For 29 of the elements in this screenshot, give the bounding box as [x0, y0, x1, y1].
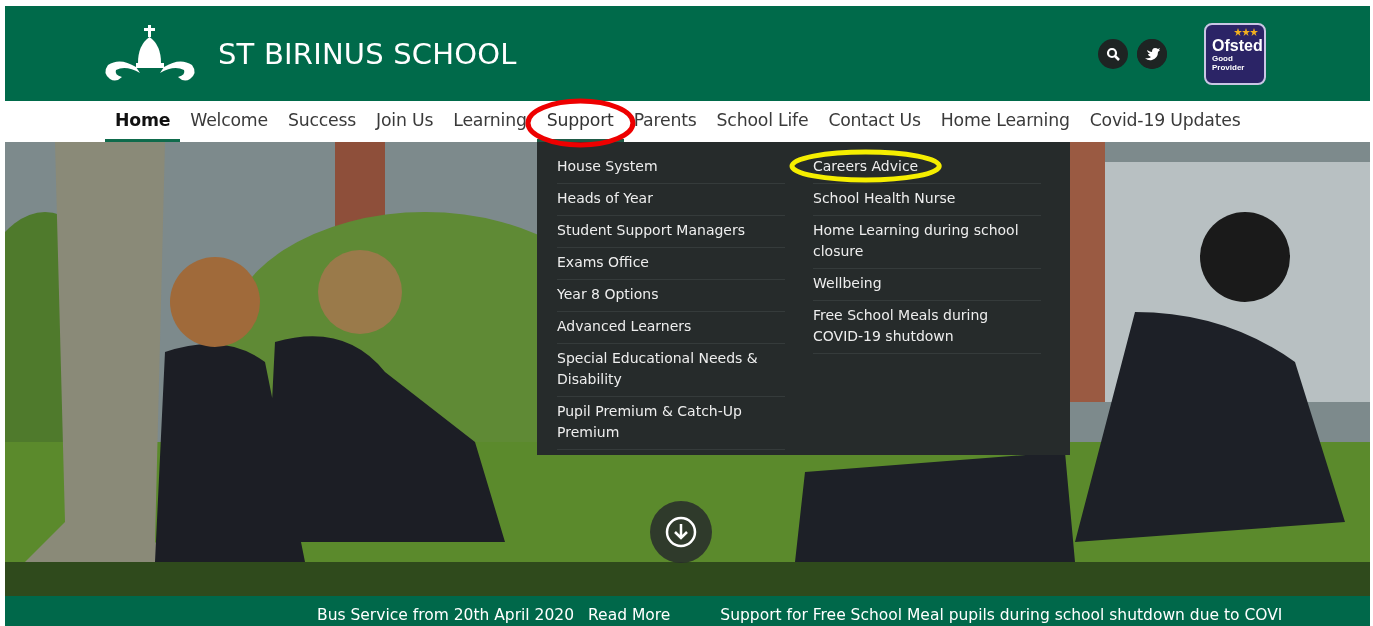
menu-link[interactable]: Pupil Premium & Catch-Up Premium [557, 397, 785, 450]
menu-link[interactable]: Advanced Learners [557, 312, 785, 344]
menu-link[interactable]: Free School Meals during COVID-19 shutdown [813, 301, 1041, 354]
menu-link[interactable]: School Health Nurse [813, 184, 1041, 216]
menu-link[interactable]: Heads of Year [557, 184, 785, 216]
menu-link[interactable]: Careers Advice [813, 152, 1041, 184]
nav-link[interactable]: Learning [443, 101, 537, 142]
read-more-link[interactable]: Read More [588, 605, 671, 625]
menu-link[interactable]: Year 8 Options [557, 280, 785, 312]
menu-link[interactable]: Exams Office [557, 248, 785, 280]
menu-link[interactable]: Special Educational Needs & Disability [557, 344, 785, 397]
nav-link[interactable]: Join Us [366, 101, 444, 142]
school-name: ST BIRINUS SCHOOL [218, 36, 517, 71]
nav-link[interactable]: Welcome [180, 101, 278, 142]
ofsted-badge: Ofsted Good Provider [1204, 22, 1266, 85]
menu-link[interactable]: Home Learning during school closure [813, 216, 1041, 269]
nav-link[interactable]: Contact Us [818, 101, 931, 142]
news-headline: Support for Free School Meal pupils during school shutdown due to COVI [720, 605, 1283, 625]
menu-link[interactable]: Student Support Managers [557, 216, 785, 248]
nav-link[interactable]: Parents [623, 101, 707, 142]
nav-link[interactable]: Success [277, 101, 367, 142]
menu-link[interactable]: Wellbeing [813, 269, 1041, 301]
news-headline: Bus Service from 20th April 2020 [317, 605, 575, 625]
bird-icon[interactable] [1137, 38, 1167, 69]
nav-link[interactable]: Covid-19 Updates [1079, 101, 1251, 142]
search-icon[interactable] [1098, 38, 1128, 69]
nav-link[interactable]: Home Learning [930, 101, 1080, 142]
menu-link[interactable]: House System [557, 152, 785, 184]
nav-link[interactable]: School Life [706, 101, 819, 142]
